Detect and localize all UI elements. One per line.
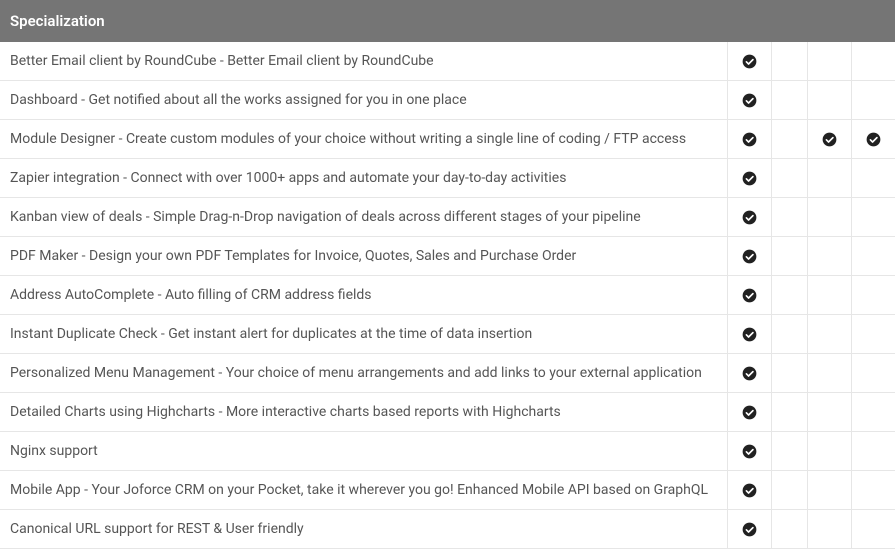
check-circle-icon (742, 444, 757, 459)
check-cell-2 (771, 471, 807, 510)
check-circle-icon (742, 327, 757, 342)
feature-label: Nginx support (0, 432, 727, 471)
check-cell-3 (807, 276, 851, 315)
check-cell-4 (851, 198, 895, 237)
feature-label: Kanban view of deals - Simple Drag-n-Dro… (0, 198, 727, 237)
check-cell-4 (851, 276, 895, 315)
check-cell-2 (771, 42, 807, 81)
check-cell-3 (807, 198, 851, 237)
table-row: Module Designer - Create custom modules … (0, 120, 895, 159)
feature-label: Address AutoComplete - Auto filling of C… (0, 276, 727, 315)
table-row: PDF Maker - Design your own PDF Template… (0, 237, 895, 276)
check-cell-4 (851, 432, 895, 471)
check-cell-2 (771, 81, 807, 120)
feature-label: Better Email client by RoundCube - Bette… (0, 42, 727, 81)
check-cell-2 (771, 354, 807, 393)
check-cell-3 (807, 432, 851, 471)
check-circle-icon (742, 93, 757, 108)
check-cell-3 (807, 510, 851, 549)
check-circle-icon (866, 132, 881, 147)
feature-label: Detailed Charts using Highcharts - More … (0, 393, 727, 432)
check-circle-icon (822, 132, 837, 147)
check-circle-icon (742, 366, 757, 381)
check-cell-3 (807, 393, 851, 432)
check-cell-4 (851, 159, 895, 198)
check-circle-icon (742, 249, 757, 264)
feature-label: Instant Duplicate Check - Get instant al… (0, 315, 727, 354)
check-circle-icon (742, 171, 757, 186)
check-cell-2 (771, 237, 807, 276)
check-cell-1 (727, 198, 771, 237)
check-cell-1 (727, 471, 771, 510)
table-row: Zapier integration - Connect with over 1… (0, 159, 895, 198)
table-row: Canonical URL support for REST & User fr… (0, 510, 895, 549)
check-cell-2 (771, 159, 807, 198)
check-cell-2 (771, 432, 807, 471)
check-cell-1 (727, 315, 771, 354)
check-circle-icon (742, 522, 757, 537)
check-cell-2 (771, 315, 807, 354)
check-cell-1 (727, 159, 771, 198)
check-cell-1 (727, 354, 771, 393)
check-cell-3 (807, 237, 851, 276)
table-header-title: Specialization (0, 0, 895, 42)
check-cell-1 (727, 432, 771, 471)
table-header-row: Specialization (0, 0, 895, 42)
check-circle-icon (742, 483, 757, 498)
check-cell-3 (807, 354, 851, 393)
check-cell-4 (851, 393, 895, 432)
check-cell-4 (851, 510, 895, 549)
check-cell-3 (807, 42, 851, 81)
table-row: Mobile App - Your Joforce CRM on your Po… (0, 471, 895, 510)
check-cell-1 (727, 237, 771, 276)
feature-label: Dashboard - Get notified about all the w… (0, 81, 727, 120)
check-cell-3 (807, 81, 851, 120)
check-cell-3 (807, 315, 851, 354)
table-row: Instant Duplicate Check - Get instant al… (0, 315, 895, 354)
check-circle-icon (742, 288, 757, 303)
table-row: Dashboard - Get notified about all the w… (0, 81, 895, 120)
check-cell-4 (851, 315, 895, 354)
check-cell-4 (851, 120, 895, 159)
table-row: Detailed Charts using Highcharts - More … (0, 393, 895, 432)
check-cell-1 (727, 81, 771, 120)
check-cell-3 (807, 159, 851, 198)
feature-label: Canonical URL support for REST & User fr… (0, 510, 727, 549)
check-cell-1 (727, 42, 771, 81)
check-cell-4 (851, 471, 895, 510)
check-cell-1 (727, 120, 771, 159)
feature-label: Personalized Menu Management - Your choi… (0, 354, 727, 393)
check-cell-2 (771, 120, 807, 159)
check-circle-icon (742, 210, 757, 225)
check-cell-2 (771, 276, 807, 315)
check-cell-1 (727, 510, 771, 549)
check-circle-icon (742, 54, 757, 69)
check-cell-4 (851, 354, 895, 393)
check-cell-4 (851, 81, 895, 120)
check-cell-2 (771, 393, 807, 432)
table-row: Better Email client by RoundCube - Bette… (0, 42, 895, 81)
feature-label: PDF Maker - Design your own PDF Template… (0, 237, 727, 276)
check-circle-icon (742, 405, 757, 420)
check-cell-3 (807, 471, 851, 510)
table-row: Address AutoComplete - Auto filling of C… (0, 276, 895, 315)
specialization-table: Specialization Better Email client by Ro… (0, 0, 895, 549)
check-cell-1 (727, 393, 771, 432)
table-row: Personalized Menu Management - Your choi… (0, 354, 895, 393)
check-cell-4 (851, 237, 895, 276)
check-cell-3 (807, 120, 851, 159)
feature-label: Module Designer - Create custom modules … (0, 120, 727, 159)
check-cell-2 (771, 198, 807, 237)
table-row: Nginx support (0, 432, 895, 471)
check-cell-1 (727, 276, 771, 315)
check-cell-4 (851, 42, 895, 81)
check-cell-2 (771, 510, 807, 549)
feature-label: Zapier integration - Connect with over 1… (0, 159, 727, 198)
feature-label: Mobile App - Your Joforce CRM on your Po… (0, 471, 727, 510)
table-row: Kanban view of deals - Simple Drag-n-Dro… (0, 198, 895, 237)
check-circle-icon (742, 132, 757, 147)
